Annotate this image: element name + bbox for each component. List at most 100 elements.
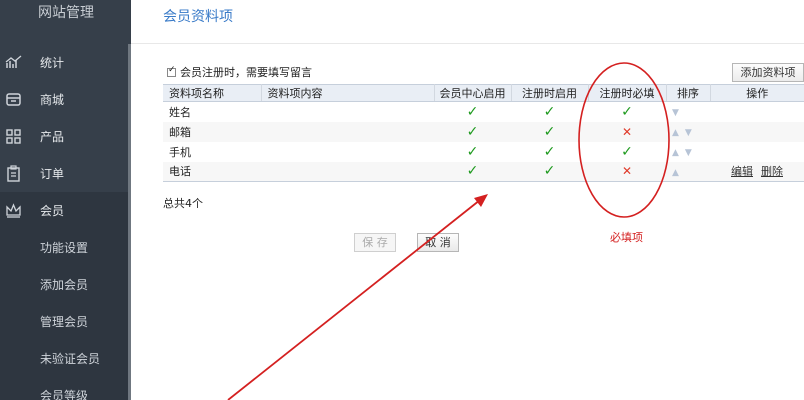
check-icon: ✓ xyxy=(466,143,479,160)
column-header: 注册时必填 xyxy=(588,84,667,102)
table-header: 资料项名称 资料项内容 会员中心启用 注册时启用 注册时必填 排序 操作 xyxy=(163,84,804,102)
cross-icon: ✕ xyxy=(621,124,633,139)
sidebar-subitem-label: 会员等级 xyxy=(40,389,89,400)
arrow-up-icon[interactable]: ▲ xyxy=(672,148,679,158)
field-name: 手机 xyxy=(169,145,191,159)
check-icon: ✓ xyxy=(621,103,633,120)
table-row: 电话 ✓ ✓ ✕ ▲ 编辑 删除 xyxy=(163,161,804,182)
register-enabled[interactable]: ✓ xyxy=(511,102,588,122)
sidebar-subitem-manage-members[interactable]: 管理会员 xyxy=(0,303,128,340)
sidebar-subitem-label: 管理会员 xyxy=(40,315,89,329)
save-button[interactable]: 保 存 xyxy=(354,233,396,252)
cross-icon: ✕ xyxy=(621,164,633,179)
register-message-option[interactable]: 会员注册时，需要填写留言 xyxy=(167,65,312,79)
sidebar-subitem-label: 未验证会员 xyxy=(40,352,101,366)
sidebar-title: 网站管理 xyxy=(38,5,94,21)
sort-cell: ▲ xyxy=(666,161,710,182)
member-center-enabled[interactable]: ✓ xyxy=(434,121,511,142)
sidebar-item-label: 商城 xyxy=(40,93,65,107)
action-cell xyxy=(710,102,804,122)
table-row: 姓名 ✓ ✓ ✓ ▼ xyxy=(163,102,804,122)
column-header: 资料项名称 xyxy=(163,84,262,102)
check-icon: ✓ xyxy=(543,143,556,160)
field-content xyxy=(261,121,434,142)
sidebar: 网站管理 统计 商城 产品 订单 会员 功能设置 添加会员 管理会员 未验证会员… xyxy=(0,0,131,400)
check-icon: ✓ xyxy=(466,163,479,180)
divider xyxy=(131,43,804,44)
annotation-arrow-head xyxy=(474,194,488,207)
page-title: 会员资料项 xyxy=(163,9,233,25)
register-enabled[interactable]: ✓ xyxy=(511,121,588,142)
sidebar-item-orders[interactable]: 订单 xyxy=(0,155,128,192)
column-header: 注册时启用 xyxy=(511,84,589,102)
sidebar-subitem-label: 功能设置 xyxy=(40,241,89,255)
delete-link[interactable]: 删除 xyxy=(761,165,783,178)
crown-icon xyxy=(6,203,21,218)
arrow-up-icon[interactable]: ▲ xyxy=(672,168,679,178)
sidebar-item-stats[interactable]: 统计 xyxy=(0,44,128,81)
arrow-up-icon[interactable]: ▲ xyxy=(672,128,679,138)
add-field-button[interactable]: 添加资料项 xyxy=(732,63,804,82)
sidebar-subitem-settings[interactable]: 功能设置 xyxy=(0,229,128,266)
sidebar-subitem-member-levels[interactable]: 会员等级 xyxy=(0,377,128,400)
annotation-note: 必填项 xyxy=(610,231,643,244)
register-message-label: 会员注册时，需要填写留言 xyxy=(180,66,312,79)
total-count: 总共4个 xyxy=(163,197,203,210)
field-name: 姓名 xyxy=(169,105,191,119)
chart-icon xyxy=(5,55,22,68)
register-required[interactable]: ✓ xyxy=(588,102,666,122)
annotation-arrow-line xyxy=(227,199,481,400)
check-icon: ✓ xyxy=(466,123,479,140)
register-required[interactable]: ✕ xyxy=(588,161,666,182)
check-icon: ✓ xyxy=(621,143,633,160)
arrow-down-icon[interactable]: ▼ xyxy=(685,128,692,138)
sidebar-subitem-label: 添加会员 xyxy=(40,278,89,292)
action-cell xyxy=(710,142,804,162)
sort-cell: ▼ xyxy=(666,102,710,122)
sort-cell: ▲ ▼ xyxy=(666,142,710,162)
check-icon: ✓ xyxy=(466,103,479,120)
check-icon: ✓ xyxy=(543,123,556,140)
member-center-enabled[interactable]: ✓ xyxy=(434,102,511,122)
column-header: 操作 xyxy=(710,84,804,102)
check-icon: ✓ xyxy=(543,103,556,120)
table-row: 邮箱 ✓ ✓ ✕ ▲ ▼ xyxy=(163,121,804,142)
check-icon: ✓ xyxy=(543,163,556,180)
register-enabled[interactable]: ✓ xyxy=(511,161,588,182)
sort-cell: ▲ ▼ xyxy=(666,121,710,142)
app-root: 网站管理 统计 商城 产品 订单 会员 功能设置 添加会员 管理会员 未验证会员… xyxy=(0,0,804,400)
register-required[interactable]: ✓ xyxy=(588,142,666,162)
field-content xyxy=(261,142,434,162)
sidebar-subitem-add-member[interactable]: 添加会员 xyxy=(0,266,128,303)
sidebar-subitem-unverified[interactable]: 未验证会员 xyxy=(0,340,128,377)
register-enabled[interactable]: ✓ xyxy=(511,142,588,162)
store-icon xyxy=(6,93,21,106)
sidebar-item-shop[interactable]: 商城 xyxy=(0,81,128,118)
sidebar-item-label: 会员 xyxy=(40,204,65,218)
column-header: 排序 xyxy=(666,84,711,102)
cancel-button[interactable]: 取 消 xyxy=(417,233,459,252)
table-row: 手机 ✓ ✓ ✓ ▲ ▼ xyxy=(163,142,804,162)
arrow-down-icon[interactable]: ▼ xyxy=(685,148,692,158)
sidebar-scrollbar[interactable] xyxy=(128,44,131,400)
field-name: 电话 xyxy=(163,161,261,182)
column-header: 会员中心启用 xyxy=(434,84,512,102)
action-cell xyxy=(710,121,804,142)
sidebar-item-products[interactable]: 产品 xyxy=(0,118,128,155)
sidebar-item-label: 产品 xyxy=(40,130,65,144)
clipboard-icon xyxy=(7,165,20,182)
action-cell: 编辑 删除 xyxy=(710,161,804,182)
sidebar-item-members[interactable]: 会员 xyxy=(0,192,128,229)
member-center-enabled[interactable]: ✓ xyxy=(434,161,511,182)
sidebar-item-label: 统计 xyxy=(40,56,65,70)
member-center-enabled[interactable]: ✓ xyxy=(434,142,511,162)
arrow-down-icon[interactable]: ▼ xyxy=(672,108,679,118)
register-message-checkbox[interactable] xyxy=(167,65,176,77)
member-fields-table: 资料项名称 资料项内容 会员中心启用 注册时启用 注册时必填 排序 操作 姓名 … xyxy=(163,84,804,182)
sidebar-item-label: 订单 xyxy=(40,167,65,181)
edit-link[interactable]: 编辑 xyxy=(731,165,753,178)
column-header: 资料项内容 xyxy=(261,84,435,102)
field-name: 邮箱 xyxy=(163,121,261,142)
register-required[interactable]: ✕ xyxy=(588,121,666,142)
grid-icon xyxy=(6,129,21,144)
